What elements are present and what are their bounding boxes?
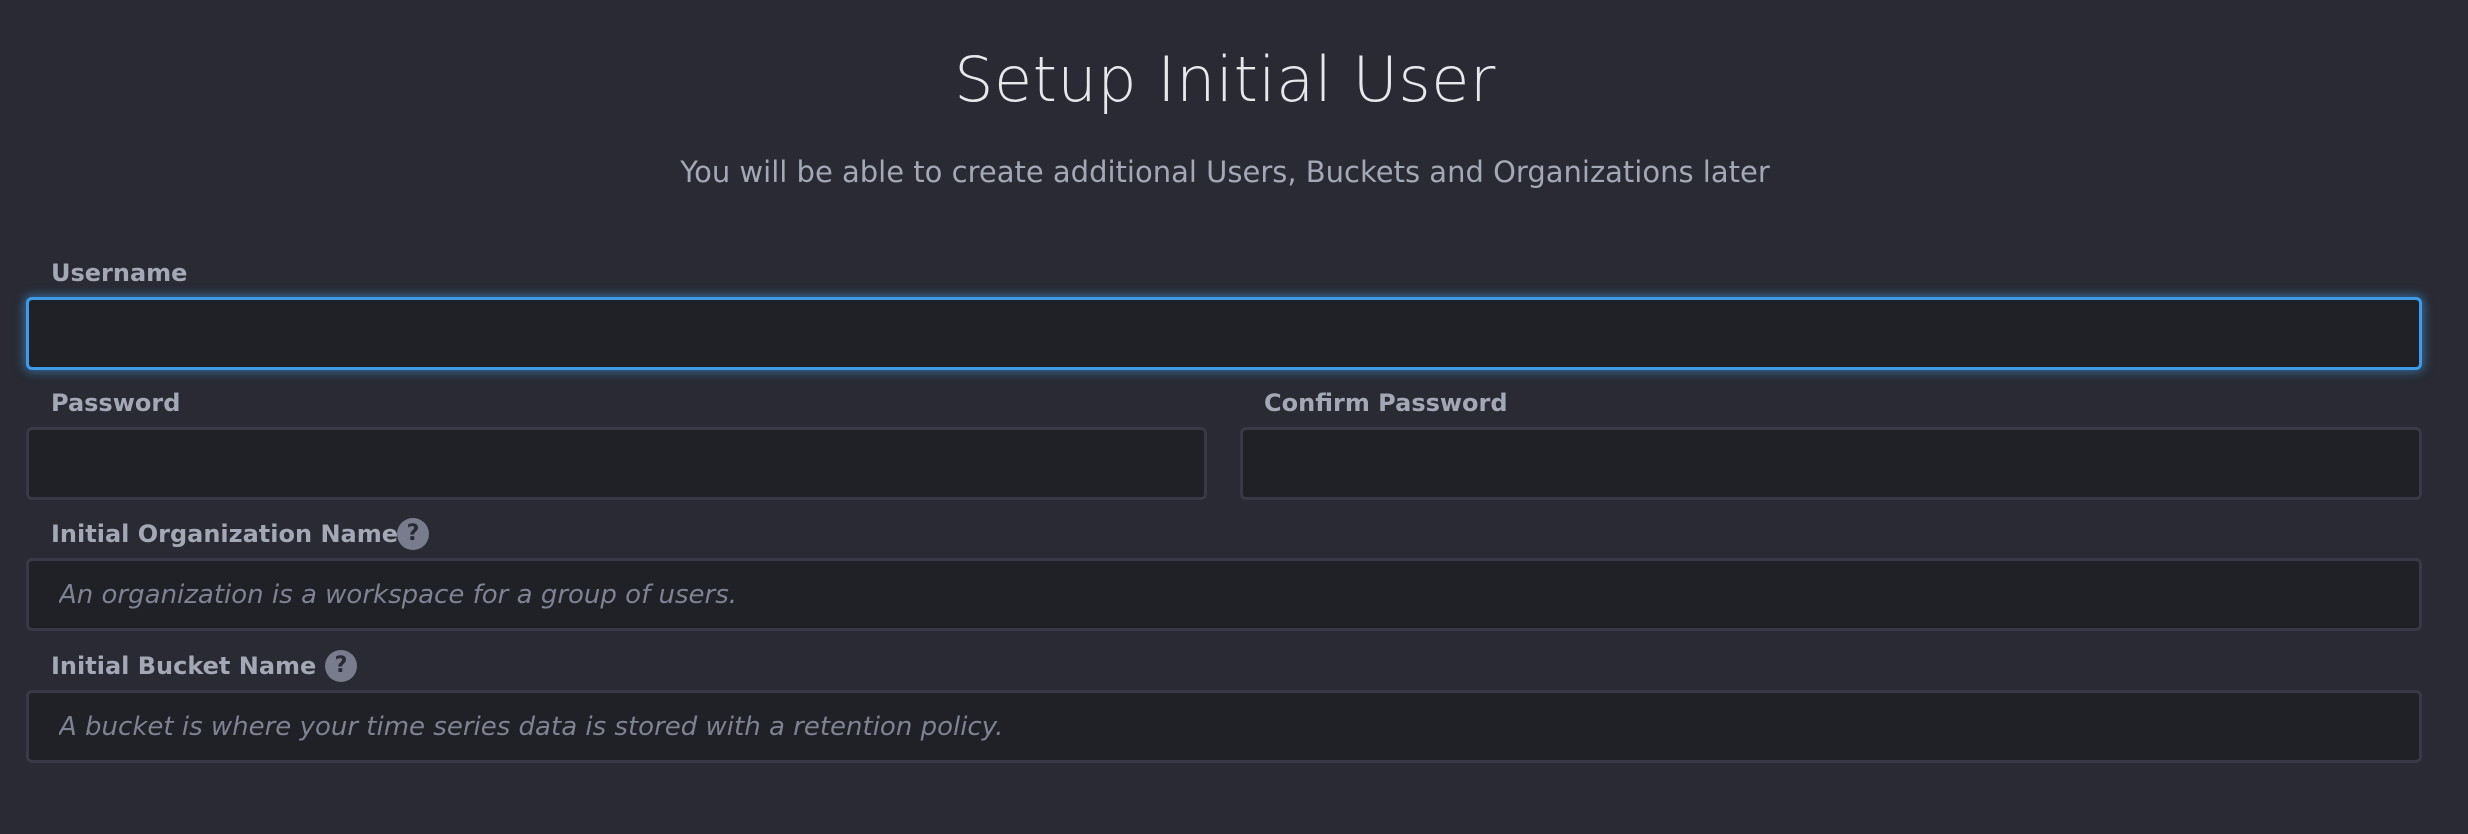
- page-subtitle: You will be able to create additional Us…: [680, 155, 1770, 189]
- password-label: Password: [51, 389, 181, 417]
- bucket-label: Initial Bucket Name: [51, 652, 317, 680]
- question-circle-icon[interactable]: ?: [325, 650, 357, 682]
- question-circle-icon[interactable]: ?: [397, 518, 429, 550]
- username-input[interactable]: [26, 297, 2422, 370]
- username-label: Username: [51, 259, 188, 287]
- organization-label: Initial Organization Name: [51, 520, 399, 548]
- confirm-password-input[interactable]: [1240, 427, 2422, 500]
- setup-page: Setup Initial User You will be able to c…: [0, 0, 2468, 834]
- bucket-input[interactable]: [26, 690, 2422, 763]
- organization-input[interactable]: [26, 558, 2422, 631]
- password-input[interactable]: [26, 427, 1207, 500]
- confirm-password-label: Confirm Password: [1264, 389, 1508, 417]
- page-title: Setup Initial User: [954, 43, 1496, 116]
